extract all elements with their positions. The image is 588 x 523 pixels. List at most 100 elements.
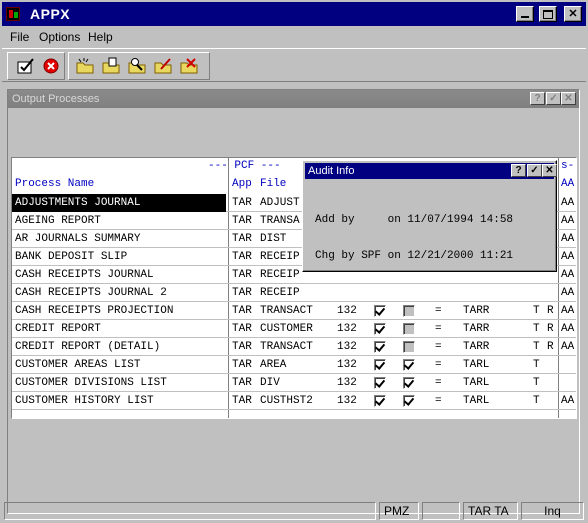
new-folder-icon (76, 58, 94, 74)
col-header-app[interactable]: App (232, 178, 252, 190)
table-row[interactable]: CREDIT REPORT (DETAIL) TAR TRANSACT 132 = TAR… (12, 338, 576, 356)
window-title: APPX (30, 6, 71, 22)
check-icon: ✓ (549, 93, 558, 104)
audit-title: Audit Info (308, 165, 355, 177)
toolbar-group-files (68, 52, 210, 80)
status-message (4, 502, 376, 520)
title-bar: APPX ✕ (2, 2, 586, 26)
cell-r-flag: R (547, 323, 554, 335)
checkbox[interactable] (374, 323, 386, 335)
cell-right (561, 356, 576, 374)
cell-code: TARR (463, 323, 490, 335)
cell-app: TAR (232, 233, 252, 245)
cell-t-flag: T (533, 323, 540, 335)
cell-code: TARR (463, 341, 490, 353)
cell-width: 132 (337, 323, 357, 335)
maximize-button[interactable] (539, 6, 557, 22)
checkbox[interactable] (403, 359, 415, 371)
checkbox[interactable] (403, 305, 415, 317)
cell-operator: = (435, 377, 442, 389)
edit-folder-button[interactable] (153, 57, 173, 75)
toolbar-group-actions (7, 52, 65, 80)
checkbox[interactable] (374, 377, 386, 389)
checkbox[interactable] (374, 305, 386, 317)
cell-width: 132 (337, 359, 357, 371)
child-title-bar: Output Processes ? ✓ ✕ (8, 90, 579, 108)
child-window-title: Output Processes (12, 93, 100, 105)
col-header-right[interactable]: AA (561, 178, 574, 190)
menu-file[interactable]: File (10, 30, 29, 44)
cell-app: TAR (232, 359, 252, 371)
checkbox[interactable] (374, 395, 386, 407)
close-icon: ✕ (568, 7, 578, 20)
cell-t-flag: T (533, 377, 540, 389)
status-panel-mode: PMZ (379, 502, 419, 520)
help-icon: ? (534, 93, 541, 104)
cell-t-flag: T (533, 305, 540, 317)
checkbox[interactable] (403, 395, 415, 407)
checkbox[interactable] (403, 377, 415, 389)
cell-t-flag: T (533, 395, 540, 407)
cell-r-flag (547, 356, 557, 374)
table-row[interactable]: CUSTOMER DIVISIONS LIST TAR DIV 132 = TARL T (12, 374, 576, 392)
cell-process-name: AGEING REPORT (15, 215, 101, 227)
audit-ok-button[interactable]: ✓ (527, 164, 542, 177)
ok-button[interactable] (16, 57, 36, 75)
close-button[interactable]: ✕ (564, 6, 582, 22)
menu-help[interactable]: Help (88, 30, 113, 44)
audit-changed-line: Chg by SPF on 12/21/2000 11:21 (315, 250, 514, 262)
cell-process-name: CASH RECEIPTS PROJECTION (15, 305, 174, 317)
cell-width: 132 (337, 395, 357, 407)
cancel-button[interactable] (41, 57, 61, 75)
cell-right: AA (561, 287, 575, 299)
col-header-file[interactable]: File (260, 178, 286, 190)
cell-operator: = (435, 359, 442, 371)
checkbox[interactable] (374, 359, 386, 371)
cell-r-flag (547, 374, 557, 392)
col-header-process-name[interactable]: Process Name (15, 178, 94, 190)
menu-options[interactable]: Options (39, 30, 80, 44)
maximize-icon (543, 9, 553, 19)
child-close-button[interactable]: ✕ (561, 92, 576, 105)
right-group-header: s- (561, 160, 575, 172)
child-ok-button[interactable]: ✓ (546, 92, 561, 105)
table-row[interactable]: CUSTOMER AREAS LIST TAR AREA 132 = TARL T (12, 356, 576, 374)
find-folder-icon (128, 58, 146, 74)
open-folder-button[interactable] (101, 57, 121, 75)
new-folder-button[interactable] (75, 57, 95, 75)
status-panel-app: TAR TA (463, 502, 518, 520)
cell-process-name: CUSTOMER AREAS LIST (15, 359, 141, 371)
audit-help-button[interactable]: ? (511, 164, 526, 177)
table-row[interactable]: CREDIT REPORT TAR CUSTOMER 132 = TARR T R AA (12, 320, 576, 338)
cell-operator: = (435, 395, 442, 407)
delete-folder-button[interactable] (179, 57, 199, 75)
delete-folder-icon (180, 58, 198, 74)
cell-right: AA (561, 305, 575, 317)
cancel-icon (43, 58, 59, 74)
cell-right (561, 374, 576, 392)
find-folder-button[interactable] (127, 57, 147, 75)
cell-app: TAR (232, 377, 252, 389)
cell-right: AA (561, 251, 575, 263)
table-row[interactable]: CASH RECEIPTS JOURNAL 2 TAR RECEIP AA (12, 284, 576, 302)
cell-app: TAR (232, 305, 252, 317)
checkbox[interactable] (374, 341, 386, 353)
table-row[interactable]: CASH RECEIPTS PROJECTION TAR TRANSACT 132 = T… (12, 302, 576, 320)
cell-process-name: CASH RECEIPTS JOURNAL 2 (15, 287, 167, 299)
cell-process-name: CASH RECEIPTS JOURNAL (15, 269, 154, 281)
cell-app: TAR (232, 269, 252, 281)
cell-right: AA (561, 233, 575, 245)
table-row[interactable]: CUSTOMER HISTORY LIST TAR CUSTHST2 132 = TARL… (12, 392, 576, 410)
audit-close-button[interactable]: ✕ (542, 164, 557, 177)
cell-file: AREA (260, 359, 287, 371)
cell-process-name: CUSTOMER DIVISIONS LIST (15, 377, 167, 389)
edit-folder-icon (154, 58, 172, 74)
checkbox[interactable] (403, 341, 415, 353)
child-help-button[interactable]: ? (530, 92, 545, 105)
checkbox[interactable] (403, 323, 415, 335)
cell-t-flag: T (533, 359, 540, 371)
cell-process-name: ADJUSTMENTS JOURNAL (12, 194, 226, 212)
cell-app: TAR (232, 341, 252, 353)
cell-file: CUSTOMER (260, 323, 313, 335)
minimize-button[interactable] (516, 6, 534, 22)
